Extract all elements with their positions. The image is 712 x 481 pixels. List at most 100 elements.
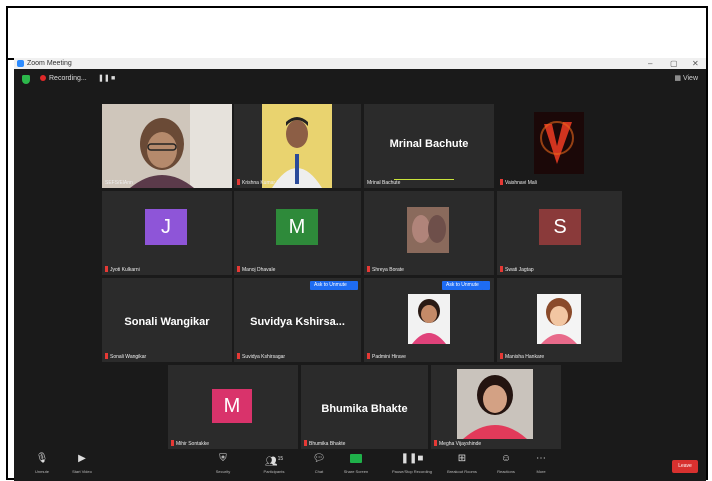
participant-tile[interactable]: Sonali Wangikar Sonali Wangikar	[102, 278, 232, 362]
maximize-icon[interactable]: ▢	[670, 58, 678, 69]
window-title: Zoom Meeting	[27, 60, 72, 67]
participant-name-text: Krishna Kumar Kothari	[242, 180, 293, 186]
security-shield-icon[interactable]	[22, 75, 30, 84]
participant-tile[interactable]: Megha Vijayshinde	[431, 365, 561, 449]
participant-tile[interactable]: Manisha Hankare	[497, 278, 622, 362]
close-icon[interactable]: ✕	[692, 58, 699, 69]
participant-name: Vaishnavi Mali	[500, 179, 537, 186]
participants-label: Participants	[263, 469, 285, 474]
reactions-button[interactable]: ☺ Reactions	[486, 454, 526, 475]
unmute-button[interactable]: 🎙︎ Unmute	[22, 453, 62, 475]
participant-name: Swati Jagtap	[500, 266, 534, 273]
participants-button[interactable]: 👥︎15 Participants	[254, 454, 294, 474]
minimize-icon[interactable]: –	[648, 58, 652, 69]
participant-display-name: Sonali Wangikar	[124, 316, 210, 328]
muted-mic-icon	[105, 266, 108, 272]
participant-name-text: Vaishnavi Mali	[505, 180, 537, 186]
participant-name-text: Shreya Borate	[372, 267, 404, 273]
share-screen-button[interactable]: Share Screen	[336, 454, 376, 474]
participant-name-text: Megha Vijayshinde	[439, 441, 482, 447]
participant-name-text: Manoj Dhavale	[242, 267, 276, 273]
participant-image	[537, 294, 581, 344]
reactions-label: Reactions	[497, 469, 515, 474]
participant-name-text: Swati Jagtap	[505, 267, 534, 273]
chat-label: Chat	[314, 469, 324, 474]
muted-mic-icon	[500, 179, 503, 185]
muted-mic-icon	[367, 353, 370, 359]
mic-muted-icon: 🎙︎	[35, 453, 49, 464]
participant-name-text: Jyoti Kulkarni	[110, 267, 140, 273]
meeting-toolbar: 🎙︎ Unmute ▶ Start Video ⛨ Security 👥︎15 …	[14, 451, 706, 481]
participant-avatar: J	[145, 209, 187, 245]
participant-tile[interactable]: Mrinal Bachute Mrinal Bachute	[364, 104, 494, 188]
participant-name: Mihir Sontakke	[171, 440, 209, 447]
participant-display-name: Mrinal Bachute	[389, 138, 469, 150]
ask-to-unmute-button[interactable]: Ask to Unmute	[442, 281, 483, 290]
leave-button[interactable]: Leave	[672, 460, 698, 473]
participant-tile[interactable]: Shreya Borate	[364, 191, 494, 275]
recording-dot-icon	[40, 75, 46, 82]
participant-tile[interactable]: Ask to Unmute Suvidya Kshirsa... Suvidya…	[234, 278, 361, 362]
participant-display-name: Suvidya Kshirsa...	[250, 316, 345, 328]
pause-stop-recording-button[interactable]: ❚❚■ Pause/Stop Recording	[388, 453, 436, 475]
chat-icon: 💬︎	[312, 453, 326, 464]
tile-more-button[interactable]	[350, 281, 358, 290]
muted-mic-icon	[237, 266, 240, 272]
participant-name-text: Sonali Wangikar	[110, 354, 147, 360]
participant-tile[interactable]: M Manoj Dhavale	[234, 191, 361, 275]
pause-stop-recording-label: Pause/Stop Recording	[391, 469, 433, 474]
view-label: View	[682, 75, 698, 82]
window-titlebar: Zoom Meeting – ▢ ✕	[14, 58, 706, 69]
share-screen-icon	[336, 454, 376, 464]
participant-tile[interactable]: M Mihir Sontakke	[168, 365, 298, 449]
audio-level-bar	[394, 179, 454, 180]
participant-display-name: Bhumika Bhakte	[321, 403, 408, 415]
start-video-label: Start Video	[72, 469, 92, 474]
participant-video	[102, 104, 232, 188]
security-label: Security	[215, 469, 231, 474]
chat-button[interactable]: 💬︎ Chat	[299, 453, 339, 475]
tile-more-button[interactable]	[482, 281, 490, 290]
participant-name-text: Padmini Hirave	[372, 354, 406, 360]
participant-name: Megha Vijayshinde	[434, 440, 481, 447]
participant-avatar: M	[276, 209, 318, 245]
participant-tile[interactable]: Ask to Unmute Padmini Hirave	[364, 278, 494, 362]
participants-count: 15	[277, 456, 284, 462]
start-video-button[interactable]: ▶ Start Video	[62, 454, 102, 475]
share-screen-label: Share Screen	[343, 469, 369, 474]
stop-recording-button[interactable]: ■	[111, 73, 115, 85]
participant-name-text: Manisha Hankare	[505, 354, 545, 360]
recording-label: Recording...	[49, 75, 87, 82]
participant-tile[interactable]: Krishna Kumar Kothari	[234, 104, 361, 188]
pause-stop-icon: ❚❚■	[400, 453, 424, 464]
breakout-rooms-button[interactable]: ⊞ Breakout Rooms	[442, 454, 482, 475]
view-button[interactable]: ▦ View	[674, 73, 698, 85]
participant-name-text: Mihir Sontakke	[176, 441, 210, 447]
participant-name: Padmini Hirave	[367, 353, 406, 360]
participant-name: Manisha Hankare	[500, 353, 544, 360]
pause-recording-button[interactable]: ❚❚	[98, 73, 110, 85]
muted-mic-icon	[367, 266, 370, 272]
participant-name: Shreya Borate	[367, 266, 404, 273]
muted-mic-icon	[304, 440, 307, 446]
participants-icon: 👥︎15	[264, 456, 284, 468]
participant-tile[interactable]: J Jyoti Kulkarni	[102, 191, 232, 275]
participant-tile[interactable]: Bhumika Bhakte Bhumika Bhakte	[301, 365, 428, 449]
ask-to-unmute-button[interactable]: Ask to Unmute	[310, 281, 351, 290]
grid-icon: ▦	[674, 75, 683, 82]
muted-mic-icon	[171, 440, 174, 446]
participant-image	[364, 191, 494, 275]
security-button[interactable]: ⛨ Security	[203, 454, 243, 475]
zoom-app-icon	[17, 60, 24, 67]
participant-name: Sonali Wangikar	[105, 353, 146, 360]
document-empty-row	[8, 8, 706, 60]
muted-mic-icon	[237, 353, 240, 359]
participant-tile[interactable]: Vaishnavi Mali	[497, 104, 622, 188]
participant-name: Jyoti Kulkarni	[105, 266, 140, 273]
more-button[interactable]: ⋯ More	[521, 454, 561, 475]
participant-name: Bhumika Bhakte	[304, 440, 345, 447]
participant-name-text: Bhumika Bhakte	[309, 441, 346, 447]
participant-tile[interactable]: SEFS/ElAnn	[102, 104, 232, 188]
participant-tile[interactable]: S Swati Jagtap	[497, 191, 622, 275]
zoom-meeting-window: Zoom Meeting – ▢ ✕ Recording... ❚❚ ■ ▦ V…	[14, 58, 706, 481]
